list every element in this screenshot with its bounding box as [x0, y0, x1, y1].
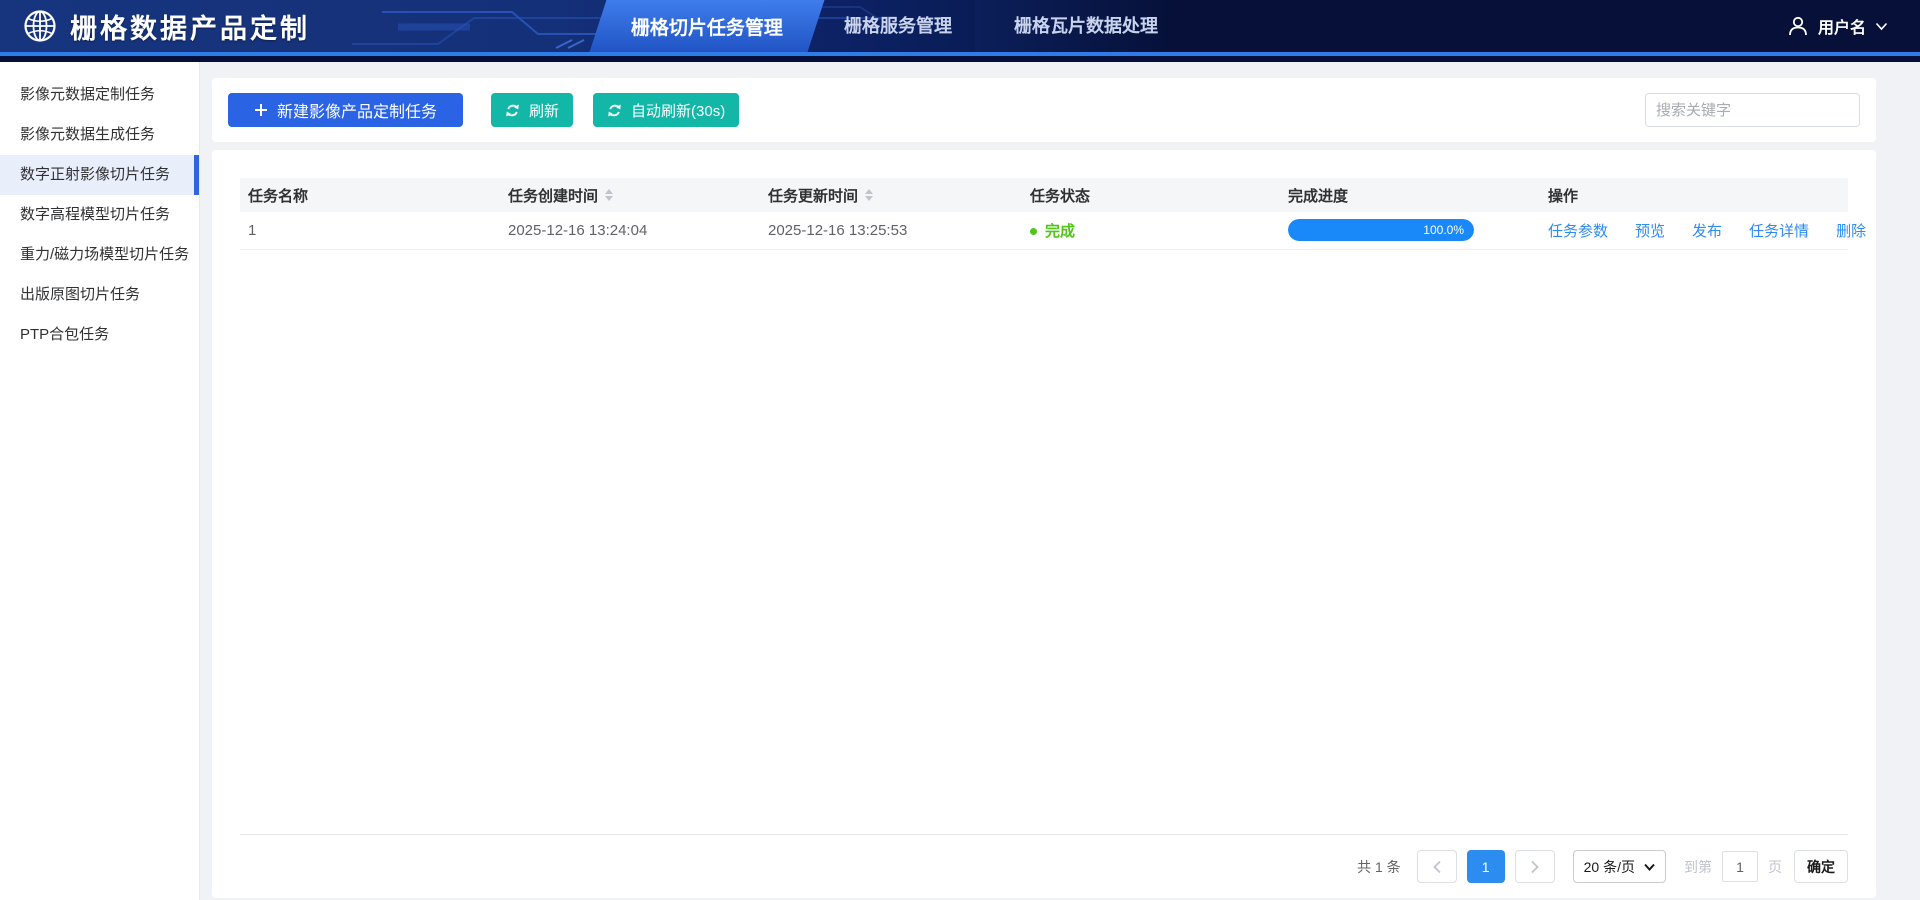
action-publish[interactable]: 发布 — [1692, 223, 1722, 240]
app-title: 栅格数据产品定制 — [70, 7, 310, 46]
updated-time-cell: 2025-12-16 13:25:53 — [760, 212, 1022, 249]
table-header-row: 任务名称 任务创建时间 任务更新时间 任务状态 完成 — [240, 178, 1848, 212]
sidebar-item-dom-slice-task[interactable]: 数字正射影像切片任务 — [0, 155, 199, 195]
user-menu[interactable]: 用户名 — [1787, 0, 1888, 52]
next-page-button[interactable] — [1515, 850, 1555, 883]
plus-icon — [254, 103, 268, 117]
chevron-right-icon — [1530, 860, 1540, 874]
column-progress: 完成进度 — [1280, 178, 1540, 212]
created-time-cell: 2025-12-16 13:24:04 — [500, 212, 760, 249]
column-created-time[interactable]: 任务创建时间 — [500, 178, 760, 212]
new-task-button[interactable]: 新建影像产品定制任务 — [228, 93, 463, 127]
sidebar-item-publish-map-slice-task[interactable]: 出版原图切片任务 — [0, 275, 199, 315]
tab-raster-service-management[interactable]: 栅格服务管理 — [818, 0, 978, 52]
progress-fill: 100.0% — [1288, 219, 1474, 241]
column-task-name: 任务名称 — [240, 178, 500, 212]
progress-bar: 100.0% — [1288, 219, 1474, 241]
brand: 栅格数据产品定制 — [22, 0, 310, 52]
page-size-select[interactable]: 20 条/页 — [1573, 850, 1666, 883]
sidebar-item-dem-slice-task[interactable]: 数字高程模型切片任务 — [0, 195, 199, 235]
globe-logo-icon — [22, 8, 58, 44]
sidebar: 影像元数据定制任务 影像元数据生成任务 数字正射影像切片任务 数字高程模型切片任… — [0, 62, 200, 900]
task-name-cell: 1 — [240, 212, 500, 249]
search-box — [1645, 93, 1860, 127]
pagination: 共 1 条 1 20 条/页 到第 页 确定 — [240, 834, 1848, 898]
main-content: 新建影像产品定制任务 刷新 自动刷新(30s) — [212, 62, 1876, 900]
auto-refresh-label: 自动刷新(30s) — [631, 100, 725, 121]
header-bar: 栅格数据产品定制 栅格切片任务管理 栅格服务管理 栅格瓦片数据处理 用户名 — [0, 0, 1920, 52]
status-dot-icon — [1030, 228, 1037, 235]
goto-page-input[interactable] — [1722, 851, 1758, 882]
task-table: 任务名称 任务创建时间 任务更新时间 任务状态 完成 — [240, 178, 1848, 250]
task-table-card: 任务名称 任务创建时间 任务更新时间 任务状态 完成 — [212, 150, 1876, 898]
column-task-status: 任务状态 — [1022, 178, 1280, 212]
page-number-button[interactable]: 1 — [1467, 850, 1505, 883]
status-cell: 完成 — [1022, 212, 1280, 249]
tab-raster-slice-task-management[interactable]: 栅格切片任务管理 — [590, 0, 825, 52]
new-task-label: 新建影像产品定制任务 — [277, 98, 437, 122]
header-bottom-strip — [0, 56, 1920, 62]
chevron-down-icon — [1875, 22, 1888, 31]
auto-refresh-button[interactable]: 自动刷新(30s) — [593, 93, 739, 127]
app-header: 栅格数据产品定制 栅格切片任务管理 栅格服务管理 栅格瓦片数据处理 用户名 — [0, 0, 1920, 62]
sort-carets-icon[interactable] — [865, 189, 873, 201]
sidebar-item-gravity-magnetic-slice-task[interactable]: 重力/磁力场模型切片任务 — [0, 235, 199, 275]
tab-label: 栅格切片任务管理 — [631, 13, 783, 40]
refresh-icon — [607, 103, 622, 118]
search-input[interactable] — [1646, 94, 1860, 126]
confirm-page-button[interactable]: 确定 — [1794, 850, 1848, 883]
sidebar-item-ptp-package-task[interactable]: PTP合包任务 — [0, 315, 199, 355]
chevron-left-icon — [1432, 860, 1442, 874]
goto-prefix-label: 到第 — [1684, 857, 1712, 877]
action-task-params[interactable]: 任务参数 — [1548, 223, 1608, 240]
refresh-label: 刷新 — [529, 100, 559, 121]
pagination-total: 共 1 条 — [1357, 857, 1401, 877]
select-caret-icon — [1644, 863, 1655, 871]
action-preview[interactable]: 预览 — [1635, 223, 1665, 240]
sidebar-item-image-metadata-custom-task[interactable]: 影像元数据定制任务 — [0, 75, 199, 115]
user-icon — [1787, 15, 1809, 37]
page-size-label: 20 条/页 — [1584, 857, 1635, 877]
actions-cell: 任务参数预览发布任务详情删除 — [1540, 212, 1848, 249]
column-actions: 操作 — [1540, 178, 1848, 212]
progress-cell: 100.0% — [1280, 212, 1540, 249]
status-text: 完成 — [1045, 223, 1075, 240]
user-name: 用户名 — [1818, 14, 1866, 38]
toolbar: 新建影像产品定制任务 刷新 自动刷新(30s) — [212, 78, 1876, 142]
action-task-detail[interactable]: 任务详情 — [1749, 223, 1809, 240]
progress-label: 100.0% — [1423, 223, 1464, 237]
sort-carets-icon[interactable] — [605, 189, 613, 201]
goto-suffix-label: 页 — [1768, 857, 1782, 877]
sidebar-item-image-metadata-generate-task[interactable]: 影像元数据生成任务 — [0, 115, 199, 155]
action-delete[interactable]: 删除 — [1836, 223, 1866, 240]
refresh-icon — [505, 103, 520, 118]
prev-page-button[interactable] — [1417, 850, 1457, 883]
tab-raster-tile-data-processing[interactable]: 栅格瓦片数据处理 — [1000, 0, 1172, 52]
table-row: 1 2025-12-16 13:24:04 2025-12-16 13:25:5… — [240, 212, 1848, 249]
column-updated-time[interactable]: 任务更新时间 — [760, 178, 1022, 212]
refresh-button[interactable]: 刷新 — [491, 93, 573, 127]
